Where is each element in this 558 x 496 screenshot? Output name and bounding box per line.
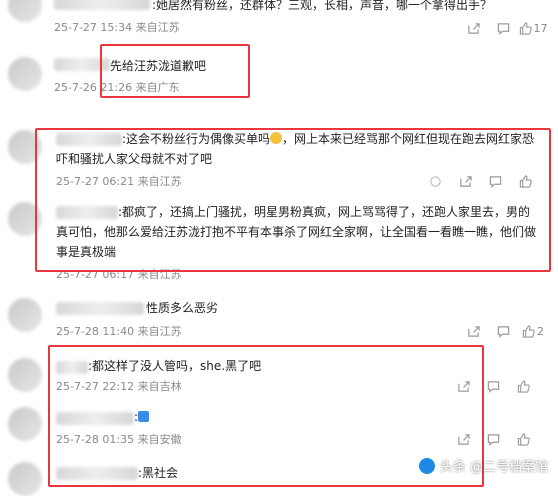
avatar[interactable]: [8, 0, 42, 22]
avatar[interactable]: [8, 462, 42, 496]
comment-meta: 25-7-27 22:12 来自吉林: [56, 378, 182, 394]
comment-time: 25-7-26: [54, 81, 97, 94]
username[interactable]: [56, 467, 138, 480]
comment-time: 25-7-27 06:21: [56, 175, 135, 188]
comment-text: 先给汪苏泷道歉吧: [110, 59, 207, 73]
comment-time: 25-7-27 06:17: [56, 268, 135, 281]
like-button[interactable]: [508, 431, 538, 447]
avatar[interactable]: [8, 130, 42, 164]
comment-time: 25-7-27 22:12: [56, 380, 135, 393]
share-icon[interactable]: [448, 431, 478, 447]
comment-icon[interactable]: [478, 378, 508, 394]
comment-text: :她居然有粉丝，还群体？三观，长相，声音，哪一个拿得出手？: [152, 0, 493, 12]
emoji-icon: [270, 132, 283, 144]
comment-item: :都疯了，还搞上门骚扰，明星男粉真疯，网上骂骂得了，还跑人家里去，男的真可怕，他…: [0, 200, 558, 282]
username[interactable]: [54, 0, 150, 10]
toutiao-logo-icon: [417, 456, 436, 475]
like-button[interactable]: 17: [518, 20, 548, 36]
comment-item: : 25-7-28 01:35 来自安徽: [0, 405, 558, 447]
like-count: 2: [537, 324, 544, 338]
username[interactable]: [56, 361, 88, 374]
image-icon[interactable]: [138, 411, 150, 422]
comment-text: :都这样了没人管吗，she.黑了吧: [88, 359, 262, 373]
username[interactable]: [56, 412, 134, 425]
watermark: 头条 @二号档案馆: [417, 456, 548, 475]
avatar[interactable]: [8, 298, 42, 332]
comment-meta: 25-7-27 06:17 来自江苏: [56, 266, 182, 282]
comment-icon[interactable]: [480, 173, 510, 189]
comment-location: 来自安徽: [137, 433, 182, 446]
comment-meta: 25-7-28 01:35 来自安徽: [56, 431, 182, 447]
comment-text: :都疯了，还搞上门骚扰，明星男粉真疯，网上骂骂得了，还跑人家里去，男的真可怕，他…: [56, 205, 537, 259]
share-icon[interactable]: [448, 378, 478, 394]
comment-location: 来自广东: [135, 81, 180, 94]
comment-item: :都这样了没人管吗，she.黑了吧 25-7-27 22:12 来自吉林: [0, 356, 558, 396]
watermark-text: 头条 @二号档案馆: [439, 460, 548, 475]
avatar[interactable]: [8, 202, 42, 236]
like-count: 17: [533, 21, 548, 35]
comment-item: :这会不粉丝行为偶像买单吗 ，网上本来已经骂那个网红但现在跑去网红家恐吓和骚扰人家…: [0, 128, 558, 192]
comment-meta: 25-7-28 11:40 来自江苏: [56, 323, 182, 339]
comment-item: 性质多么恶劣 25-7-28 11:40 来自江苏 2: [0, 294, 558, 344]
comment-item: :她居然有粉丝，还群体？三观，长相，声音，哪一个拿得出手？ 25-7-27 15…: [0, 0, 558, 40]
comment-icon[interactable]: [478, 431, 508, 447]
comment-icon[interactable]: [488, 323, 518, 339]
like-button[interactable]: 2: [518, 323, 548, 339]
comment-item: 先给汪苏泷道歉吧 25-7-26 21:26 来自广东: [0, 55, 558, 95]
comment-location: 来自江苏: [137, 175, 182, 188]
comment-time: 25-7-27 15:34: [54, 21, 133, 34]
comment-location: 来自江苏: [137, 268, 182, 281]
share-icon[interactable]: [458, 20, 488, 36]
share-icon[interactable]: [450, 173, 480, 189]
comment-time-part: 21:26: [100, 81, 133, 94]
like-button[interactable]: [510, 173, 540, 189]
comment-actions: 17: [458, 20, 548, 36]
comment-text: :: [134, 407, 150, 427]
comment-text: :这会不粉丝行为偶像买单吗 ，网上本来已经骂那个网红但现在跑去网红家恐吓和骚扰人家…: [56, 132, 535, 166]
comment-meta: 25-7-27 15:34 来自江苏: [54, 19, 180, 35]
avatar[interactable]: [8, 407, 42, 441]
avatar[interactable]: [8, 57, 42, 91]
comment-actions: 2: [458, 323, 548, 339]
comment-location: 来自江苏: [137, 325, 182, 338]
comment-time: 25-7-28 01:35: [56, 433, 135, 446]
share-icon[interactable]: [458, 323, 488, 339]
comment-actions: [448, 378, 538, 394]
comment-text: 性质多么恶劣: [146, 301, 219, 315]
avatar[interactable]: [8, 358, 42, 392]
comment-meta: 25-7-27 06:21 来自江苏: [56, 173, 182, 189]
username[interactable]: [54, 58, 110, 71]
dislike-icon[interactable]: [420, 173, 450, 189]
comment-meta: 25-7-26 21:26 来自广东: [54, 79, 180, 95]
like-button[interactable]: [508, 378, 538, 394]
comment-text: :黑社会: [138, 466, 179, 480]
comment-time: 25-7-28 11:40: [56, 325, 135, 338]
comment-actions: [448, 431, 538, 447]
comment-location: 来自江苏: [135, 21, 180, 34]
username[interactable]: [56, 302, 144, 315]
comment-icon[interactable]: [488, 20, 518, 36]
comment-actions: [420, 173, 540, 189]
comment-location: 来自吉林: [137, 380, 182, 393]
